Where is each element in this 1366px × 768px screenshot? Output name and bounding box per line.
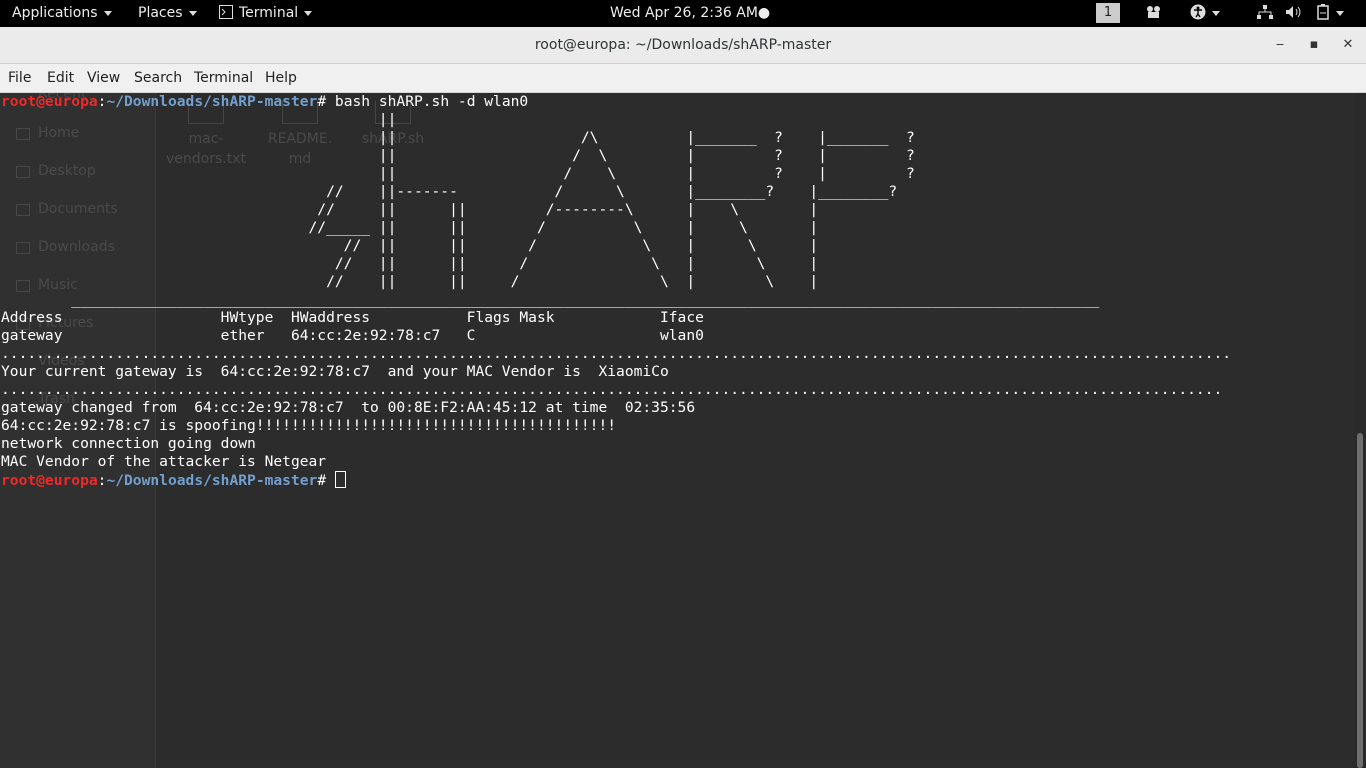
terminal-output: root@europa:~/Downloads/shARP-master# ba… xyxy=(1,93,1231,490)
menu-view[interactable]: View xyxy=(87,64,120,92)
prompt-hash: # xyxy=(317,472,335,489)
applications-label: Applications xyxy=(12,5,98,21)
alert-network-down: network connection going down xyxy=(1,435,256,452)
arp-table-header: Address HWtype HWaddress Flags Mask Ifac… xyxy=(1,309,704,326)
separator-dots-2: ........................................… xyxy=(1,381,1223,398)
applications-menu[interactable]: Applications xyxy=(12,0,112,27)
menu-file[interactable]: File xyxy=(8,64,31,92)
chevron-down-icon xyxy=(103,10,112,16)
battery-icon[interactable] xyxy=(1316,0,1344,27)
maximize-button[interactable]: ▪ xyxy=(1302,27,1326,63)
alert-spoofing: 64:cc:2e:92:78:c7 is spoofing!!!!!!!!!!!… xyxy=(1,417,617,434)
terminal-area[interactable]: Recent Home Desktop Documents Downloads … xyxy=(0,93,1354,768)
scrollbar-thumb[interactable] xyxy=(1357,433,1363,768)
ascii-banner: || || /\ |_______ ? |_______ ? || / \ | … xyxy=(308,111,915,290)
prompt-path: ~/Downloads/shARP-master xyxy=(106,472,318,489)
minimize-button[interactable]: ‒ xyxy=(1268,27,1292,63)
window-titlebar[interactable]: root@europa: ~/Downloads/shARP-master ‒ … xyxy=(0,27,1366,64)
menubar: File Edit View Search Terminal Help xyxy=(0,64,1366,93)
gateway-info: Your current gateway is 64:cc:2e:92:78:c… xyxy=(1,363,669,380)
video-icon[interactable] xyxy=(1145,0,1163,27)
command-text: bash shARP.sh -d wlan0 xyxy=(334,93,529,110)
terminal-app-menu[interactable]: Terminal xyxy=(219,0,313,27)
menu-help[interactable]: Help xyxy=(265,64,297,92)
alert-attacker-vendor: MAC Vendor of the attacker is Netgear xyxy=(1,453,327,470)
network-icon[interactable] xyxy=(1257,0,1273,27)
separator-dots: ........................................… xyxy=(1,345,1232,362)
menu-search[interactable]: Search xyxy=(134,64,182,92)
banner-rule: ________________________________________… xyxy=(1,291,1100,308)
prompt-hash: # xyxy=(317,93,335,110)
arp-table-row: gateway ether 64:cc:2e:92:78:c7 C wlan0 xyxy=(1,327,704,344)
text-cursor[interactable] xyxy=(334,471,346,488)
prompt-path: ~/Downloads/shARP-master xyxy=(106,93,318,110)
prompt-user: root@europa xyxy=(1,93,98,110)
workspace-indicator[interactable]: 1 xyxy=(1096,3,1120,23)
chevron-down-icon xyxy=(1336,10,1344,16)
prompt-user: root@europa xyxy=(1,472,98,489)
clock[interactable]: Wed Apr 26, 2:36 AM● xyxy=(610,0,770,27)
chevron-down-icon xyxy=(1212,10,1220,16)
terminal-icon xyxy=(219,5,233,19)
terminal-scrollbar[interactable] xyxy=(1354,93,1366,768)
places-label: Places xyxy=(138,5,183,21)
chevron-down-icon xyxy=(188,10,197,16)
chevron-down-icon xyxy=(304,10,313,16)
window-title: root@europa: ~/Downloads/shARP-master xyxy=(534,37,832,53)
top-panel: Applications Places Terminal Wed Apr 26,… xyxy=(0,0,1366,27)
places-menu[interactable]: Places xyxy=(138,0,197,27)
menu-edit[interactable]: Edit xyxy=(47,64,74,92)
terminal-app-label: Terminal xyxy=(239,5,299,21)
volume-icon[interactable] xyxy=(1285,0,1303,27)
menu-terminal[interactable]: Terminal xyxy=(194,64,253,92)
close-button[interactable]: ✕ xyxy=(1336,27,1360,63)
accessibility-icon[interactable] xyxy=(1190,0,1220,27)
alert-gateway-changed: gateway changed from 64:cc:2e:92:78:c7 t… xyxy=(1,399,696,416)
